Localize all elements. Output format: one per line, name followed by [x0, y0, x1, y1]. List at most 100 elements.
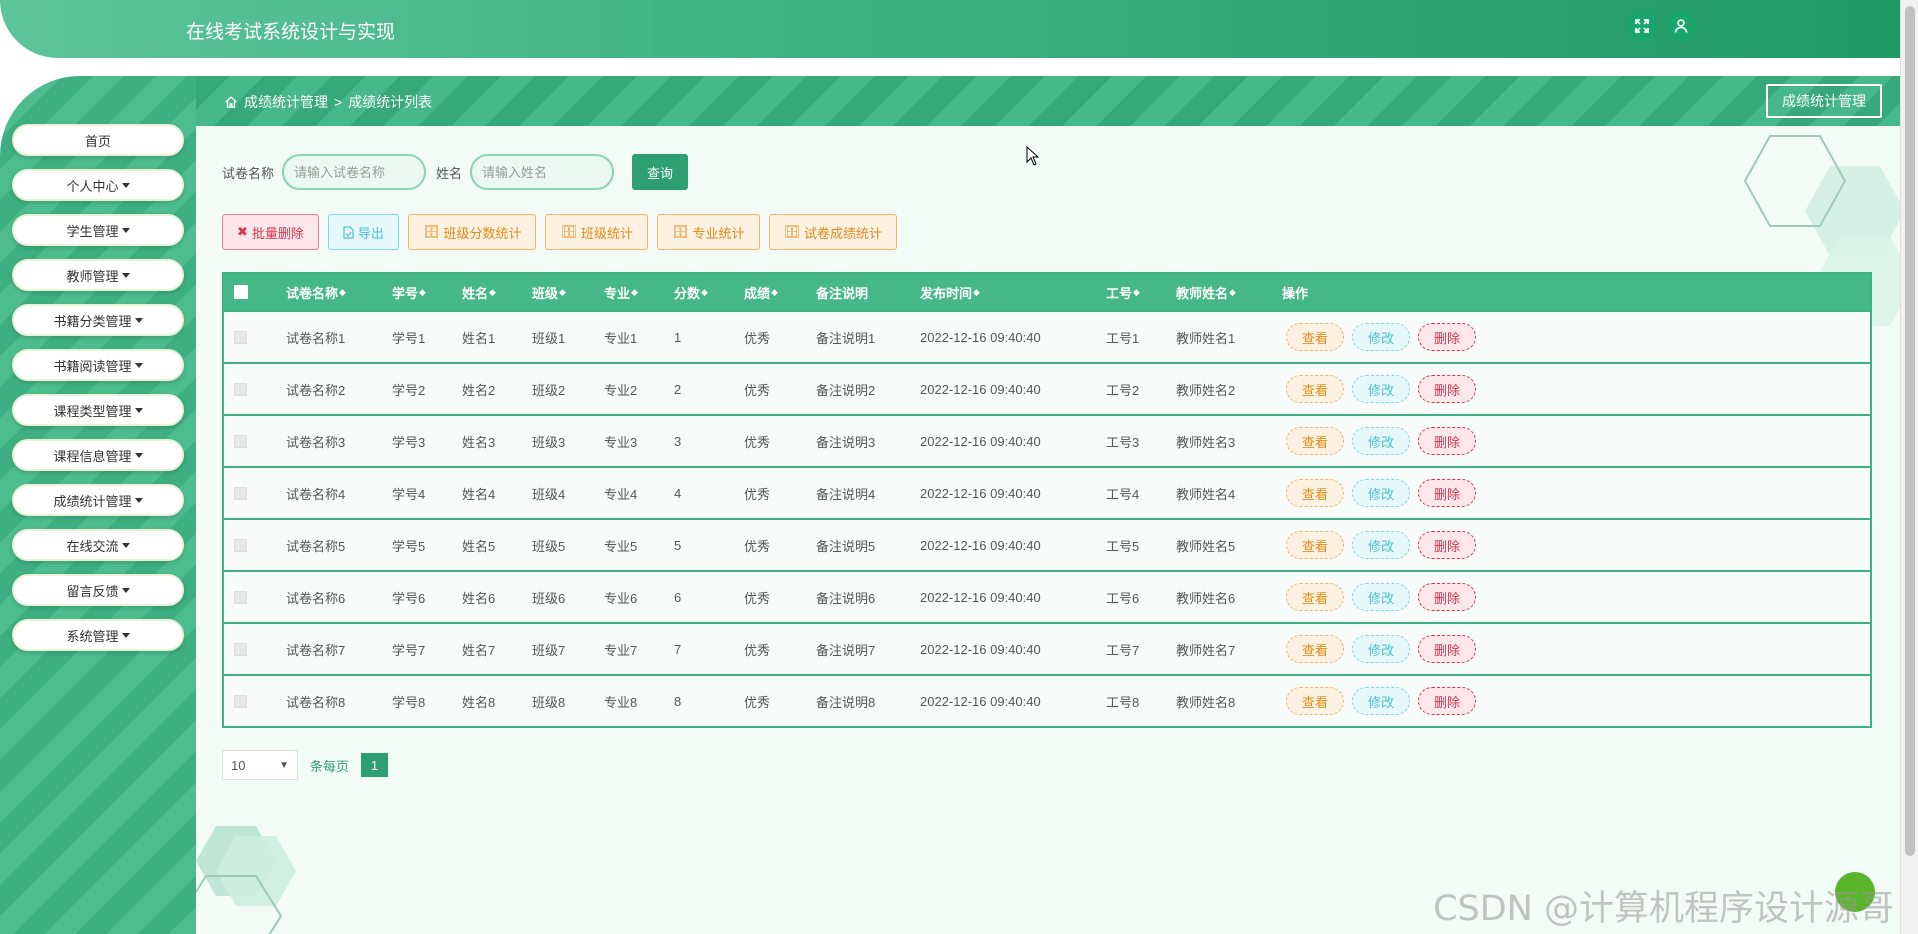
view-button[interactable]: 查看	[1286, 427, 1344, 455]
col-header-teacher[interactable]: 教师姓名 ◆	[1176, 274, 1236, 310]
search-button[interactable]: 查询	[632, 154, 689, 190]
sidebar-item-feedback[interactable]: 留言反馈	[12, 574, 184, 606]
col-header-student-no[interactable]: 学号 ◆	[392, 274, 426, 310]
cell-name: 姓名8	[462, 694, 496, 710]
sidebar-item-course-info[interactable]: 课程信息管理	[12, 439, 184, 471]
view-button[interactable]: 查看	[1286, 687, 1344, 715]
student-name-input[interactable]	[470, 154, 615, 190]
edit-button[interactable]: 修改	[1352, 375, 1410, 403]
user-button[interactable]	[1666, 11, 1696, 41]
sidebar-item-home[interactable]: 首页	[12, 124, 184, 156]
row-checkbox[interactable]	[234, 694, 247, 708]
row-checkbox[interactable]	[234, 382, 247, 396]
sidebar-item-score-stats[interactable]: 成绩统计管理	[12, 484, 184, 516]
cell-paper: 试卷名称6	[286, 590, 346, 606]
paper-name-input[interactable]	[282, 154, 427, 190]
select-all-checkbox[interactable]	[234, 285, 248, 299]
sidebar-item-students[interactable]: 学生管理	[12, 214, 184, 246]
score-stats-manage-button[interactable]: 成绩统计管理	[1766, 84, 1882, 118]
col-header-staff-no[interactable]: 工号 ◆	[1106, 274, 1140, 310]
row-actions: 查看 修改 删除	[1286, 676, 1484, 726]
delete-button[interactable]: 删除	[1418, 687, 1476, 715]
search-form: 试卷名称 姓名 查询	[222, 154, 689, 190]
view-button[interactable]: 查看	[1286, 375, 1344, 403]
cell-name: 姓名7	[462, 642, 496, 658]
cell-paper: 试卷名称3	[286, 434, 346, 450]
cell-teacher: 教师姓名2	[1176, 382, 1236, 398]
sidebar-item-label: 个人中心	[66, 178, 119, 194]
row-checkbox[interactable]	[234, 330, 247, 344]
row-checkbox[interactable]	[234, 590, 247, 604]
edit-button[interactable]: 修改	[1352, 583, 1410, 611]
col-header-time[interactable]: 发布时间 ◆	[920, 274, 980, 310]
cell-teacher: 教师姓名1	[1176, 330, 1236, 346]
table-row: 试卷名称7 学号7 姓名7 班级7 专业7 7 优秀 备注说明7 2022-12-16 09:4…	[224, 622, 1870, 674]
row-actions: 查看 修改 删除	[1286, 624, 1484, 674]
col-header-name[interactable]: 姓名 ◆	[462, 274, 496, 310]
class-stats-button[interactable]: 🗄 班级统计	[545, 214, 648, 250]
table-body: 试卷名称1 学号1 姓名1 班级1 专业1 1 优秀 备注说明1 2022-12-16 09:4…	[224, 310, 1870, 726]
view-button[interactable]: 查看	[1286, 323, 1344, 351]
cell-class: 班级6	[532, 590, 566, 606]
cell-remark: 备注说明7	[816, 642, 876, 658]
sidebar-item-online-chat[interactable]: 在线交流	[12, 529, 184, 561]
edit-button[interactable]: 修改	[1352, 323, 1410, 351]
breadcrumb-root[interactable]: 成绩统计管理	[244, 92, 328, 112]
class-score-stats-label: 班级分数统计	[443, 225, 522, 241]
batch-delete-button[interactable]: ✖ 批量删除	[222, 214, 319, 250]
sidebar-item-course-types[interactable]: 课程类型管理	[12, 394, 184, 426]
user-icon	[1674, 19, 1688, 33]
fullscreen-button[interactable]	[1627, 11, 1657, 41]
view-button[interactable]: 查看	[1286, 635, 1344, 663]
page-size-select[interactable]: 10 ▼	[222, 750, 298, 780]
delete-button[interactable]: 删除	[1418, 375, 1476, 403]
export-label: 导出	[357, 225, 384, 241]
row-checkbox[interactable]	[234, 434, 247, 448]
col-header-score[interactable]: 分数 ◆	[674, 274, 708, 310]
cell-major: 专业1	[604, 330, 638, 346]
class-score-stats-button[interactable]: 🗄 班级分数统计	[407, 214, 537, 250]
page-number-current[interactable]: 1	[361, 753, 389, 777]
sidebar-item-teachers[interactable]: 教师管理	[12, 259, 184, 291]
delete-button[interactable]: 删除	[1418, 635, 1476, 663]
delete-button[interactable]: 删除	[1418, 583, 1476, 611]
cell-score: 6	[674, 589, 682, 605]
row-checkbox[interactable]	[234, 486, 247, 500]
sidebar-item-book-categories[interactable]: 书籍分类管理	[12, 304, 184, 336]
paper-score-stats-button[interactable]: 🗄 试卷成绩统计	[768, 214, 898, 250]
edit-button[interactable]: 修改	[1352, 687, 1410, 715]
col-header-major[interactable]: 专业 ◆	[604, 274, 638, 310]
view-button[interactable]: 查看	[1286, 479, 1344, 507]
cell-class: 班级2	[532, 382, 566, 398]
delete-button[interactable]: 删除	[1418, 531, 1476, 559]
col-header-paper[interactable]: 试卷名称 ◆	[286, 274, 346, 310]
edit-button[interactable]: 修改	[1352, 635, 1410, 663]
cell-remark: 备注说明4	[816, 486, 876, 502]
sidebar-item-personal-center[interactable]: 个人中心	[12, 169, 184, 201]
delete-button[interactable]: 删除	[1418, 323, 1476, 351]
row-checkbox[interactable]	[234, 538, 247, 552]
export-button[interactable]: 导出	[327, 214, 399, 250]
caret-down-icon	[134, 497, 143, 503]
cell-score: 7	[674, 641, 682, 657]
edit-button[interactable]: 修改	[1352, 531, 1410, 559]
scrollbar-thumb[interactable]	[1905, 6, 1915, 856]
col-header-class[interactable]: 班级 ◆	[532, 274, 566, 310]
cell-remark: 备注说明2	[816, 382, 876, 398]
sidebar-item-book-reading[interactable]: 书籍阅读管理	[12, 349, 184, 381]
edit-button[interactable]: 修改	[1352, 479, 1410, 507]
cell-student-no: 学号1	[392, 330, 426, 346]
cell-student-no: 学号8	[392, 694, 426, 710]
view-button[interactable]: 查看	[1286, 583, 1344, 611]
breadcrumb: 成绩统计管理 > 成绩统计列表	[224, 92, 432, 112]
sidebar-item-system[interactable]: 系统管理	[12, 619, 184, 651]
view-button[interactable]: 查看	[1286, 531, 1344, 559]
delete-button[interactable]: 删除	[1418, 479, 1476, 507]
row-checkbox[interactable]	[234, 642, 247, 656]
table-row: 试卷名称1 学号1 姓名1 班级1 专业1 1 优秀 备注说明1 2022-12-16 09:4…	[224, 310, 1870, 362]
col-header-grade[interactable]: 成绩 ◆	[744, 274, 778, 310]
delete-button[interactable]: 删除	[1418, 427, 1476, 455]
vertical-scrollbar[interactable]	[1900, 0, 1918, 934]
major-stats-button[interactable]: 🗄 专业统计	[657, 214, 760, 250]
edit-button[interactable]: 修改	[1352, 427, 1410, 455]
